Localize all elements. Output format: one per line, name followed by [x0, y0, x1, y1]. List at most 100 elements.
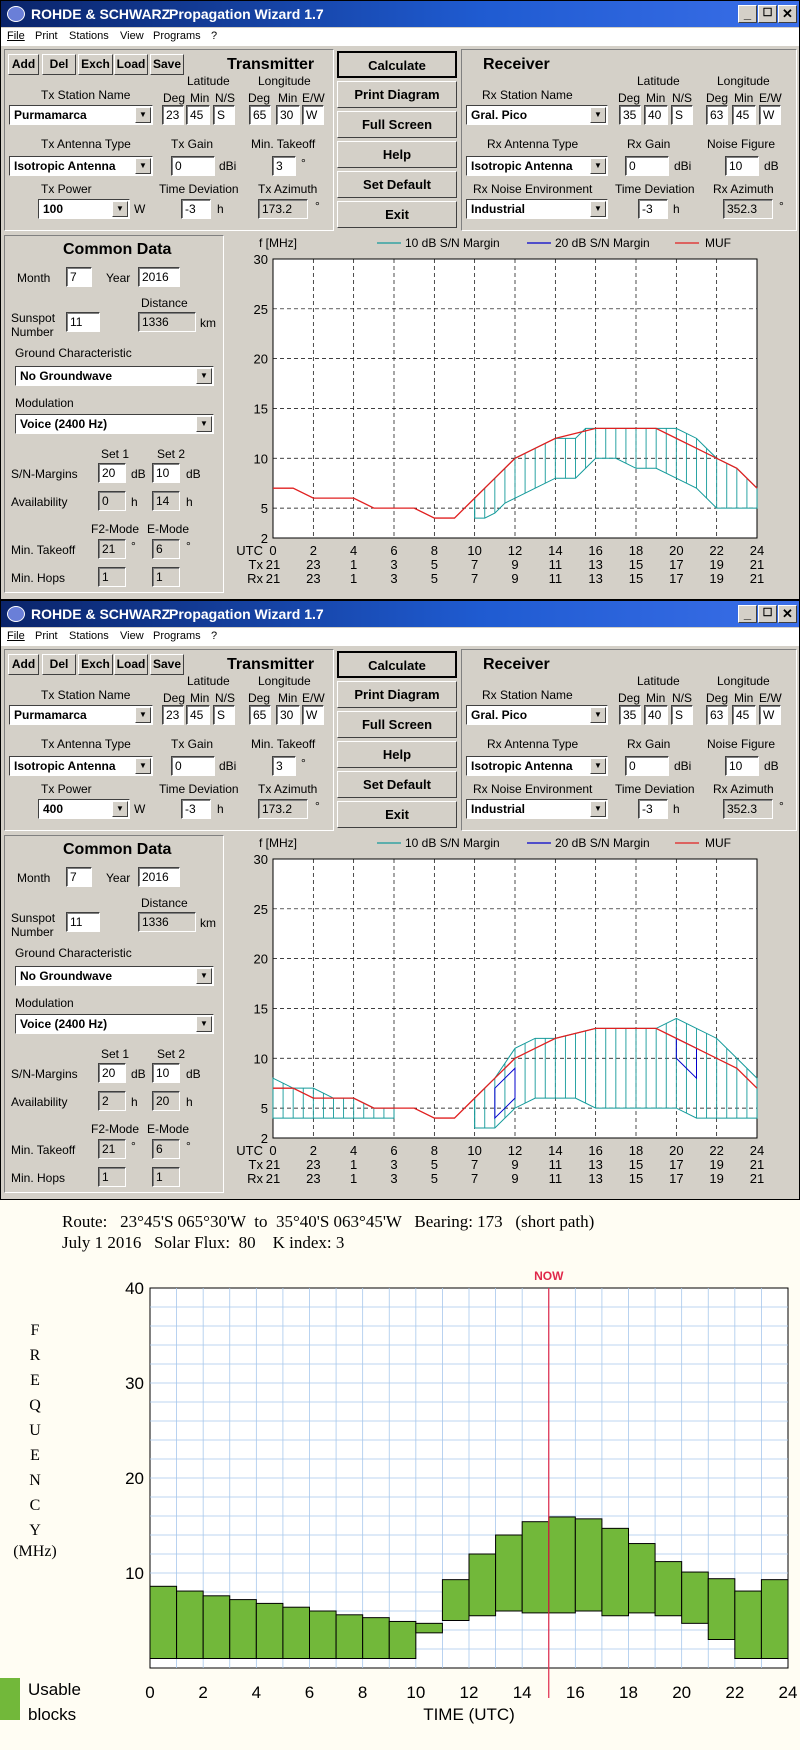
- rx-lat-deg-input[interactable]: 35: [619, 705, 641, 725]
- close-button[interactable]: ✕: [778, 5, 797, 23]
- tx-takeoff-input[interactable]: 3: [272, 756, 296, 776]
- save-button[interactable]: Save: [150, 654, 184, 675]
- exchange-button[interactable]: Exch: [78, 54, 113, 75]
- chevron-down-icon[interactable]: ▼: [112, 801, 128, 817]
- sunspot-input[interactable]: 11: [66, 912, 100, 932]
- chevron-down-icon[interactable]: ▼: [112, 201, 128, 217]
- menu-file[interactable]: File: [7, 630, 25, 642]
- calculate-button[interactable]: Calculate: [337, 651, 457, 678]
- tx-lat-deg-input[interactable]: 23: [162, 105, 184, 125]
- load-button[interactable]: Load: [114, 54, 148, 75]
- ground-select[interactable]: No Groundwave ▼: [15, 966, 214, 986]
- calculate-button[interactable]: Calculate: [337, 51, 457, 78]
- menu-help[interactable]: ?: [211, 630, 217, 642]
- rx-time-deviation-input[interactable]: -3: [638, 199, 668, 219]
- chevron-down-icon[interactable]: ▼: [196, 968, 212, 984]
- tx-lon-deg-input[interactable]: 65: [249, 705, 271, 725]
- rx-lon-ew-input[interactable]: W: [759, 105, 781, 125]
- tx-lat-min-input[interactable]: 45: [186, 705, 210, 725]
- chevron-down-icon[interactable]: ▼: [590, 107, 606, 123]
- delete-button[interactable]: Del: [42, 654, 76, 675]
- tx-lat-deg-input[interactable]: 23: [162, 705, 184, 725]
- chevron-down-icon[interactable]: ▼: [590, 758, 606, 774]
- sn-set1-input[interactable]: 20: [98, 463, 126, 483]
- chevron-down-icon[interactable]: ▼: [135, 107, 151, 123]
- chevron-down-icon[interactable]: ▼: [135, 758, 151, 774]
- rx-lon-min-input[interactable]: 45: [732, 705, 756, 725]
- print-diagram-button[interactable]: Print Diagram: [337, 681, 457, 708]
- chevron-down-icon[interactable]: ▼: [590, 801, 606, 817]
- rx-lon-deg-input[interactable]: 63: [706, 105, 728, 125]
- rx-noise-env-select[interactable]: Industrial ▼: [466, 799, 608, 819]
- rx-antenna-select[interactable]: Isotropic Antenna ▼: [466, 156, 608, 176]
- chevron-down-icon[interactable]: ▼: [135, 158, 151, 174]
- help-button[interactable]: Help: [337, 141, 457, 168]
- sn-set1-input[interactable]: 20: [98, 1063, 126, 1083]
- tx-time-deviation-input[interactable]: -3: [181, 199, 211, 219]
- full-screen-button[interactable]: Full Screen: [337, 711, 457, 738]
- noise-figure-input[interactable]: 10: [725, 756, 759, 776]
- menu-help[interactable]: ?: [211, 30, 217, 42]
- tx-lon-min-input[interactable]: 30: [276, 105, 300, 125]
- rx-lon-deg-input[interactable]: 63: [706, 705, 728, 725]
- chevron-down-icon[interactable]: ▼: [196, 1016, 212, 1032]
- rx-lat-deg-input[interactable]: 35: [619, 105, 641, 125]
- tx-lon-deg-input[interactable]: 65: [249, 105, 271, 125]
- set-default-button[interactable]: Set Default: [337, 771, 457, 798]
- tx-lon-ew-input[interactable]: W: [302, 105, 324, 125]
- exit-button[interactable]: Exit: [337, 201, 457, 228]
- maximize-button[interactable]: ☐: [758, 605, 777, 623]
- rx-lat-min-input[interactable]: 40: [644, 705, 668, 725]
- menu-view[interactable]: View: [120, 630, 144, 642]
- menu-print[interactable]: Print: [35, 30, 58, 42]
- rx-noise-env-select[interactable]: Industrial ▼: [466, 199, 608, 219]
- tx-gain-input[interactable]: 0: [171, 156, 215, 176]
- tx-power-select[interactable]: 100 ▼: [38, 199, 130, 219]
- load-button[interactable]: Load: [114, 654, 148, 675]
- tx-antenna-select[interactable]: Isotropic Antenna ▼: [9, 156, 153, 176]
- exit-button[interactable]: Exit: [337, 801, 457, 828]
- rx-antenna-select[interactable]: Isotropic Antenna ▼: [466, 756, 608, 776]
- rx-lon-ew-input[interactable]: W: [759, 705, 781, 725]
- menu-stations[interactable]: Stations: [69, 630, 109, 642]
- rx-station-select[interactable]: Gral. Pico ▼: [466, 705, 608, 725]
- print-diagram-button[interactable]: Print Diagram: [337, 81, 457, 108]
- chevron-down-icon[interactable]: ▼: [196, 416, 212, 432]
- year-input[interactable]: 2016: [138, 267, 180, 287]
- exchange-button[interactable]: Exch: [78, 654, 113, 675]
- add-button[interactable]: Add: [8, 654, 39, 675]
- menu-print[interactable]: Print: [35, 630, 58, 642]
- chevron-down-icon[interactable]: ▼: [135, 707, 151, 723]
- rx-gain-input[interactable]: 0: [625, 156, 669, 176]
- tx-takeoff-input[interactable]: 3: [272, 156, 296, 176]
- tx-lat-min-input[interactable]: 45: [186, 105, 210, 125]
- tx-lat-ns-input[interactable]: S: [213, 105, 235, 125]
- sn-set2-input[interactable]: 10: [152, 463, 180, 483]
- tx-station-select[interactable]: Purmamarca ▼: [9, 105, 153, 125]
- month-input[interactable]: 7: [66, 267, 92, 287]
- menu-file[interactable]: File: [7, 30, 25, 42]
- modulation-select[interactable]: Voice (2400 Hz) ▼: [15, 414, 214, 434]
- set-default-button[interactable]: Set Default: [337, 171, 457, 198]
- minimize-button[interactable]: _: [738, 605, 757, 623]
- chevron-down-icon[interactable]: ▼: [590, 707, 606, 723]
- rx-lat-ns-input[interactable]: S: [671, 105, 693, 125]
- rx-station-select[interactable]: Gral. Pico ▼: [466, 105, 608, 125]
- tx-antenna-select[interactable]: Isotropic Antenna ▼: [9, 756, 153, 776]
- month-input[interactable]: 7: [66, 867, 92, 887]
- minimize-button[interactable]: _: [738, 5, 757, 23]
- tx-time-deviation-input[interactable]: -3: [181, 799, 211, 819]
- rx-lat-min-input[interactable]: 40: [644, 105, 668, 125]
- chevron-down-icon[interactable]: ▼: [590, 201, 606, 217]
- full-screen-button[interactable]: Full Screen: [337, 111, 457, 138]
- rx-lat-ns-input[interactable]: S: [671, 705, 693, 725]
- sunspot-input[interactable]: 11: [66, 312, 100, 332]
- sn-set2-input[interactable]: 10: [152, 1063, 180, 1083]
- chevron-down-icon[interactable]: ▼: [196, 368, 212, 384]
- save-button[interactable]: Save: [150, 54, 184, 75]
- delete-button[interactable]: Del: [42, 54, 76, 75]
- tx-station-select[interactable]: Purmamarca ▼: [9, 705, 153, 725]
- rx-lon-min-input[interactable]: 45: [732, 105, 756, 125]
- year-input[interactable]: 2016: [138, 867, 180, 887]
- modulation-select[interactable]: Voice (2400 Hz) ▼: [15, 1014, 214, 1034]
